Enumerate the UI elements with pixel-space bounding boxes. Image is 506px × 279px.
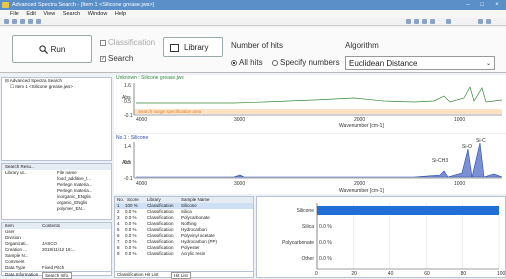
spectrum-label: No.1 : Silicone (116, 135, 148, 141)
run-label: Run (50, 45, 66, 54)
print-icon[interactable] (20, 19, 25, 24)
range-note: Search range specification area (138, 109, 202, 114)
x-tick-label: 40 (388, 271, 394, 277)
data-label: 0.0 % (319, 240, 332, 246)
algorithm-select[interactable]: Euclidean Distance ⌄ (345, 56, 495, 70)
window-icon[interactable] (446, 19, 451, 24)
x-axis-label: Wavenumber [cm-1] (339, 123, 384, 129)
y-tick: -0.1 (124, 176, 133, 182)
category-label: Polycarbonate (282, 240, 314, 246)
x-tick: 1000 (454, 117, 465, 123)
radio-icon (272, 59, 278, 66)
library-icon (170, 44, 179, 52)
peak-label: Si-CH3 (432, 158, 448, 164)
table-cell: 0.0 % (125, 251, 137, 256)
peak-label: Si-O (462, 144, 472, 150)
layout-icon[interactable] (430, 19, 435, 24)
item-tree: ⊟ Advanced Spectra Search ☐ Item 1 <Sili… (1, 77, 112, 161)
library-button[interactable]: Library (163, 37, 223, 57)
x-tick: 2000 (354, 181, 365, 187)
x-tick-label: 100 (497, 271, 505, 277)
tab-data-information[interactable]: Data Information (5, 272, 38, 278)
menu-view[interactable]: View (43, 11, 55, 17)
table-row[interactable]: 9 0.0 % Classification Acrylic resin (115, 251, 253, 257)
minimize-button[interactable]: – (462, 1, 474, 9)
radio-selected-icon (231, 59, 237, 66)
menu-edit[interactable]: Edit (26, 11, 35, 17)
close-button[interactable]: × (491, 1, 503, 9)
classification-checkbox[interactable]: Classification (100, 38, 155, 47)
title-bar: Advanced Spectra Search - [Item 1 <Silic… (0, 0, 506, 10)
x-tick-label: 60 (424, 271, 430, 277)
menu-file[interactable]: File (10, 11, 19, 17)
data-label: 0.0 % (319, 256, 332, 262)
table-cell: Classification (147, 251, 174, 256)
x-axis-label: Wavenumber [cm-1] (339, 188, 384, 194)
x-tick: 1000 (454, 181, 465, 187)
grid-icon[interactable] (422, 19, 427, 24)
peak-label: Si-C (476, 138, 486, 144)
category-label: Silicone (296, 208, 314, 214)
spectrum-label: Unknown : Silicone grease.jws (116, 75, 184, 81)
search-results-panel: Search Resu... Library ut... File name fo… (1, 163, 112, 220)
x-tick-label: 0 (315, 271, 318, 277)
category-label: Silica (302, 224, 314, 230)
menu-help[interactable]: Help (115, 11, 126, 17)
maximize-button[interactable]: □ (476, 1, 488, 9)
all-hits-radio[interactable]: All hits (231, 58, 263, 67)
y-tick: 1.4 (124, 144, 131, 150)
zoom-icon[interactable] (406, 19, 411, 24)
unknown-spectrum-plot: Unknown : Silicone grease.jws Search ran… (116, 75, 503, 129)
classification-bar-chart: 0 20 40 60 80 100 Silicone Silica 0.0 % Polycarbo… (282, 203, 506, 277)
nav-next-icon[interactable] (486, 19, 491, 24)
data-label: 0.0 % (319, 224, 332, 230)
table-cell: Acrylic resin (181, 251, 206, 256)
x-tick-label: 80 (461, 271, 467, 277)
tab-classification-hit-list[interactable]: Classification Hit List (117, 272, 159, 278)
nav-prev-icon[interactable] (478, 19, 483, 24)
list-item[interactable]: polymer_EN... (2, 206, 111, 212)
hits-label: Number of hits (231, 41, 284, 50)
table-cell: 9 (117, 251, 120, 256)
redo-icon[interactable] (36, 19, 41, 24)
bar-silicone[interactable] (317, 206, 499, 215)
x-tick-label: 20 (351, 271, 357, 277)
menu-window[interactable]: Window (88, 11, 108, 17)
classification-check-icon (100, 39, 106, 46)
quick-toolbar (0, 18, 506, 26)
library-spectrum-plot: No.1 : Silicone Abs 1.4 0.5 -0.1 Si-CH3 … (116, 135, 503, 194)
classification-chart-panel: 0 20 40 60 80 100 Silicone Silica 0.0 % Polycarbo… (256, 196, 506, 278)
save-icon[interactable] (12, 19, 17, 24)
search-checkbox[interactable]: ✓ Search (100, 54, 133, 63)
y-tick: 0.5 (124, 160, 131, 166)
specify-numbers-radio[interactable]: Specify numbers (272, 58, 340, 67)
search-icon (39, 45, 48, 55)
x-tick: 3000 (234, 117, 245, 123)
run-button[interactable]: Run (12, 35, 92, 63)
x-tick: 4000 (136, 117, 147, 123)
undo-icon[interactable] (28, 19, 33, 24)
cursor-icon[interactable] (414, 19, 419, 24)
unknown-spectrum-panel: Unknown : Silicone grease.jws Search ran… (114, 75, 506, 133)
open-icon[interactable] (4, 19, 9, 24)
window-title: Advanced Spectra Search - [Item 1 <Silic… (12, 2, 155, 8)
chevron-down-icon: ⌄ (485, 61, 491, 67)
unknown-spectrum-line (136, 86, 503, 104)
y-tick: -0.1 (124, 113, 133, 119)
y-tick: 0.5 (124, 99, 131, 105)
x-tick: 4000 (136, 181, 147, 187)
search-check-icon: ✓ (100, 55, 106, 62)
y-tick: 1.6 (124, 83, 131, 89)
menu-search[interactable]: Search (63, 11, 80, 17)
hit-list-table: No. Score Library Sample Name 1 100 % Classif… (114, 196, 254, 279)
algorithm-label: Algorithm (345, 41, 379, 50)
menu-bar: File Edit View Search Window Help (0, 10, 506, 18)
ribbon: Run Classification ✓ Search Library Numbe… (0, 27, 506, 73)
properties-panel: Item Contents User Division Organizati...… (1, 222, 112, 279)
library-spectrum-panel: No.1 : Silicone Abs 1.4 0.5 -0.1 Si-CH3 … (114, 134, 506, 194)
tree-item[interactable]: ☐ Item 1 <Silicone grease.jws> (2, 84, 111, 90)
x-tick: 3000 (234, 181, 245, 187)
category-label: Other (301, 256, 314, 262)
app-icon (2, 2, 9, 8)
